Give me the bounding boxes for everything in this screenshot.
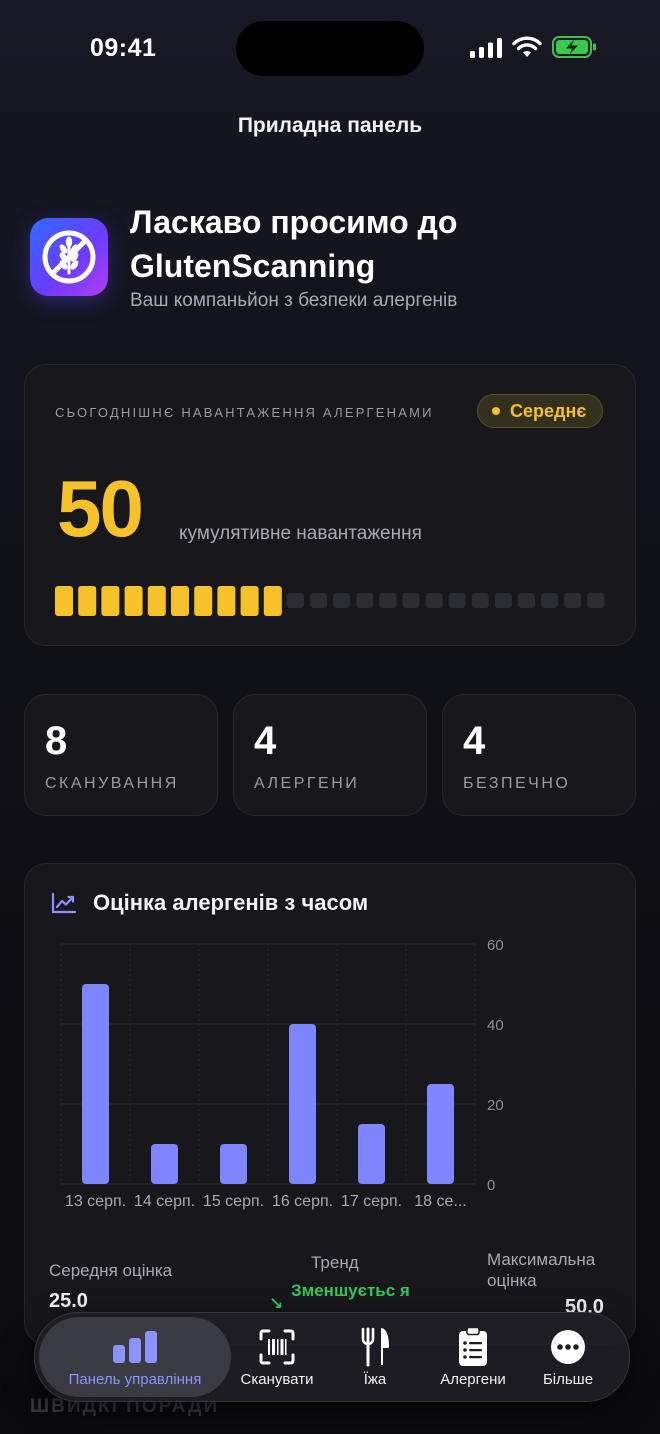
stat-card-scans[interactable]: 8 СКАНУВАННЯ [24,694,218,816]
stat-value: 4 [463,719,486,763]
chart-bar [220,1144,247,1184]
load-segment-bar [55,586,605,616]
trend-value: Зменшуєтьс я [291,1281,410,1300]
allergen-load-value: 50 [57,464,144,553]
load-segment-empty [587,593,605,608]
stat-value: 8 [45,719,68,763]
tab-label: Сканувати [240,1370,314,1388]
load-segment-empty [471,593,489,608]
tab-allergens[interactable]: Алергени [425,1313,521,1401]
tab-scan[interactable]: Сканувати [231,1313,323,1401]
chart-title: Оцінка алергенів з часом [93,890,369,915]
chart-bar [427,1084,454,1184]
load-segment-empty [494,593,512,608]
welcome-subtitle: Ваш компаньйон з безпеки алергенів [130,290,458,311]
x-tick-label: 15 серп. [203,1193,264,1210]
tab-label: Більше [542,1370,594,1388]
load-segment-filled [147,586,166,616]
load-level-badge: Середнє [477,394,604,428]
level-dot-icon [492,407,500,415]
load-segment-filled [217,586,236,616]
load-segment-empty [564,593,582,608]
tab-label: Панель управління [68,1370,202,1388]
average-score-label: Середня оцінка [49,1261,173,1280]
chart-bar [82,984,109,1184]
fork-knife-icon [361,1327,389,1366]
load-segment-empty [333,593,351,608]
x-tick-label: 13 серп. [65,1193,126,1210]
load-segment-empty [425,593,443,608]
no-wheat-icon [42,230,96,284]
page-title: Приладна панель [237,114,423,137]
load-segment-filled [171,586,189,616]
cellular-signal-icon [470,38,502,58]
stat-card-safe[interactable]: 4 БЕЗПЕЧНО [442,694,636,816]
chart-bar [289,1024,316,1184]
allergen-score-chart-card: Оцінка алергенів з часом 0 20 40 60 13 серп.… [24,863,636,1345]
trend-down-icon: ↘ [269,1294,284,1313]
x-tick-label: 14 серп. [134,1193,195,1210]
tab-food[interactable]: Їжа [333,1313,417,1401]
allergen-load-card[interactable]: СЬОГОДНІШНЄ НАВАНТАЖЕННЯ АЛЕРГЕНАМИ Сере… [24,364,636,646]
wifi-icon [512,36,542,57]
stat-label: БЕЗПЕЧНО [463,775,571,792]
chart-line-icon [51,892,77,914]
tab-label: Алергени [440,1370,506,1388]
load-segment-empty [402,593,420,608]
average-score-value: 25.0 [49,1290,88,1312]
allergen-load-label: СЬОГОДНІШНЄ НАВАНТАЖЕННЯ АЛЕРГЕНАМИ [55,405,434,420]
tab-more[interactable]: Більше [529,1313,607,1401]
status-time: 09:41 [90,34,157,62]
max-score-label: Максимальна оцінка [487,1250,596,1290]
tab-dashboard[interactable]: Панель управління [39,1317,231,1397]
chart-bar [151,1144,178,1184]
load-segment-empty [518,593,535,608]
bar-chart-icon [113,1330,157,1363]
load-segment-filled [124,586,143,616]
app-logo [30,218,108,296]
load-segment-empty [379,593,397,608]
barcode-scan-icon [259,1329,295,1364]
tab-bar: Панель управління Сканувати Їжа Алергени… [34,1312,630,1402]
load-segment-filled [101,586,120,616]
load-segment-empty [541,593,559,608]
y-tick-label: 40 [487,1017,504,1034]
battery-charging-icon [552,36,596,58]
load-segment-filled [55,586,73,616]
trend-label: Тренд [311,1253,359,1272]
allergen-load-caption: кумулятивне навантаження [179,523,422,544]
stat-label: СКАНУВАННЯ [45,775,179,792]
y-tick-label: 60 [487,937,504,954]
load-level-text: Середнє [510,400,587,421]
load-segment-filled [194,586,213,616]
load-segment-filled [78,586,97,616]
load-segment-empty [448,593,466,608]
x-tick-label: 17 серп. [341,1193,402,1210]
stat-value: 4 [254,719,277,763]
allergen-score-bar-chart: 0 20 40 60 13 серп. 14 серп. 15 серп. 16 серп. 1… [60,937,504,1210]
y-tick-label: 0 [487,1177,495,1194]
load-segment-filled [240,586,259,616]
load-segment-empty [356,593,374,608]
dynamic-island [236,21,424,76]
x-tick-label: 16 серп. [272,1193,333,1210]
welcome-title: Ласкаво просимо до GlutenScanning [130,204,458,284]
stat-card-allergens[interactable]: 4 АЛЕРГЕНИ [233,694,427,816]
x-tick-label: 18 се... [414,1193,466,1210]
load-segment-filled [263,586,282,616]
stat-label: АЛЕРГЕНИ [254,775,360,792]
load-segment-empty [287,593,304,608]
clipboard-list-icon [459,1326,487,1366]
load-segment-empty [310,593,328,608]
chart-bar [358,1124,385,1184]
y-tick-label: 20 [487,1097,504,1114]
tab-label: Їжа [363,1370,387,1388]
more-dots-icon [551,1329,585,1364]
